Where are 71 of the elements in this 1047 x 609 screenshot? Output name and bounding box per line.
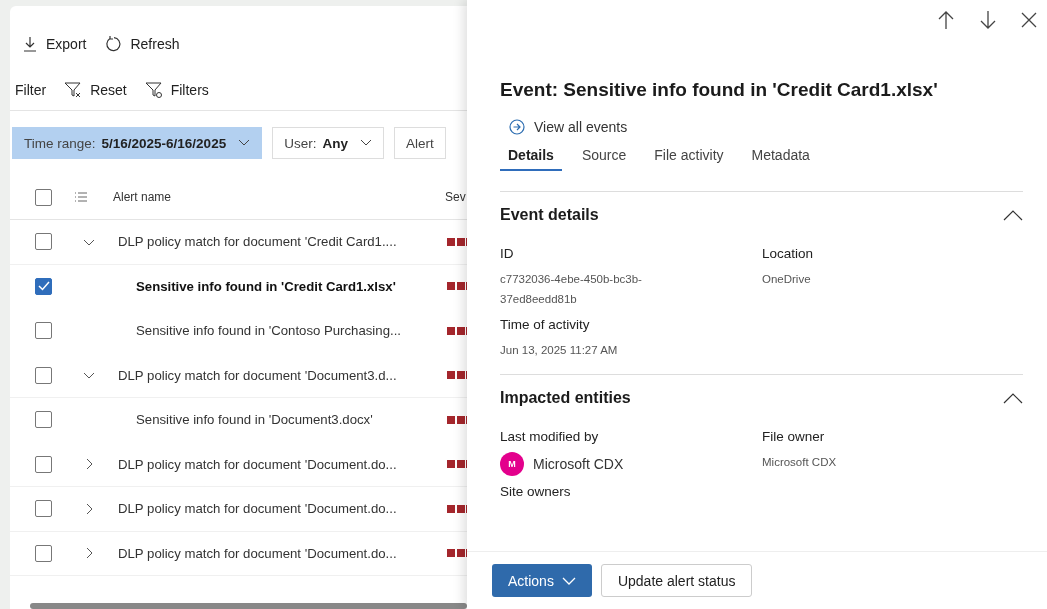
- tab[interactable]: Details: [500, 143, 562, 171]
- arrow-circle-icon: [509, 119, 525, 135]
- collapse-chevron-icon[interactable]: [1003, 392, 1023, 404]
- severity-icon: [447, 282, 467, 291]
- alert-name[interactable]: Sensitive info found in 'Document3.docx': [136, 412, 373, 428]
- section-title: Event details: [500, 206, 599, 224]
- column-header[interactable]: Alert name: [113, 190, 172, 204]
- severity-icon: [447, 415, 467, 424]
- tab[interactable]: Source: [573, 143, 635, 171]
- down-arrow-icon[interactable]: [979, 10, 997, 30]
- alert-name[interactable]: DLP policy match for document 'Document.do...: [118, 545, 397, 561]
- severity-icon: [447, 504, 467, 513]
- tab[interactable]: File activity: [646, 143, 732, 171]
- severity-icon: [447, 549, 467, 558]
- download-icon: [22, 36, 38, 52]
- severity-icon: [447, 371, 467, 380]
- filter-dropdown[interactable]: Alert: [393, 127, 446, 159]
- view-all-events-link[interactable]: View all events: [509, 119, 628, 135]
- filter-icon: [144, 81, 163, 99]
- field-label: ID: [500, 246, 515, 261]
- severity-icon: [447, 237, 467, 246]
- row-checkbox[interactable]: [35, 322, 52, 340]
- field-value: OneDrive: [762, 272, 812, 287]
- alert-name[interactable]: Sensitive info found in 'Credit Card1.xlsx': [136, 278, 396, 294]
- row-checkbox[interactable]: [35, 277, 52, 295]
- filters-button[interactable]: Filters: [144, 78, 209, 102]
- section-title: Impacted entities: [500, 389, 631, 407]
- filter-label: Filter: [15, 82, 47, 98]
- field-value: Jun 13, 2025 11:27 AM: [500, 343, 619, 358]
- collapse-chevron-icon[interactable]: [1003, 209, 1023, 221]
- reset-button[interactable]: Reset: [64, 78, 127, 102]
- row-checkbox[interactable]: [35, 411, 52, 429]
- tab[interactable]: Metadata: [743, 143, 818, 171]
- up-arrow-icon[interactable]: [937, 10, 955, 30]
- refresh-icon: [104, 35, 123, 53]
- scrollbar[interactable]: [30, 603, 467, 609]
- chevron-down-icon: [238, 139, 251, 147]
- panel-title: Event: Sensitive info found in 'Credit Card1.xlsx': [500, 79, 939, 101]
- chevron-down-icon: [561, 576, 576, 585]
- refresh-button[interactable]: Refresh: [104, 32, 180, 56]
- alert-name[interactable]: DLP policy match for document 'Document.do...: [118, 501, 397, 517]
- actions-button[interactable]: Actions: [492, 564, 592, 597]
- column-header[interactable]: Sev: [445, 190, 467, 204]
- field-label: Site owners: [500, 484, 572, 499]
- row-checkbox[interactable]: [35, 233, 52, 251]
- user-name: Microsoft CDX: [533, 456, 624, 472]
- row-checkbox[interactable]: [35, 500, 52, 518]
- field-label: Time of activity: [500, 317, 591, 332]
- clear-filter-icon: [64, 81, 83, 99]
- row-checkbox[interactable]: [35, 366, 52, 384]
- filter-dropdown[interactable]: Time range: 5/16/2025-6/16/2025: [12, 127, 263, 159]
- field-value: Microsoft CDX: [762, 455, 838, 470]
- alert-name[interactable]: DLP policy match for document 'Document3.d...: [118, 367, 397, 383]
- export-button[interactable]: Export: [22, 32, 87, 56]
- alert-name[interactable]: DLP policy match for document 'Document.do...: [118, 456, 397, 472]
- update-alert-status-button[interactable]: Update alert status: [600, 564, 753, 597]
- avatar: M: [500, 452, 524, 476]
- select-all-checkbox[interactable]: [35, 188, 52, 206]
- field-label: Last modified by: [500, 429, 600, 444]
- row-checkbox[interactable]: [35, 544, 52, 562]
- severity-icon: [447, 460, 467, 469]
- severity-icon: [447, 326, 467, 335]
- alert-name[interactable]: DLP policy match for document 'Credit Card1....: [118, 234, 397, 250]
- row-checkbox[interactable]: [35, 455, 52, 473]
- close-icon[interactable]: [1021, 12, 1037, 28]
- field-label: File owner: [762, 429, 826, 444]
- field-label: Location: [762, 246, 815, 261]
- filter-dropdown[interactable]: User: Any: [272, 127, 384, 159]
- alert-name[interactable]: Sensitive info found in 'Contoso Purchasing...: [136, 323, 401, 339]
- field-value: c7732036-4ebe-450b-bc3b-37ed8eedd81b: [500, 272, 643, 307]
- chevron-down-icon: [359, 139, 372, 147]
